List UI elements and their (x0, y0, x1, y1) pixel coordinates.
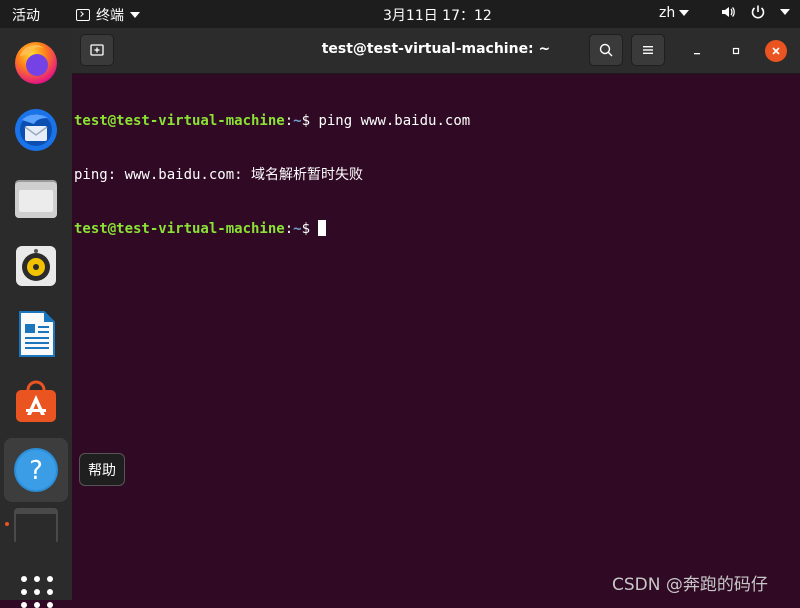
maximize-icon (732, 47, 740, 55)
dock-item-firefox[interactable] (4, 30, 68, 94)
system-menu-button[interactable] (720, 4, 790, 20)
writer-document-icon (19, 311, 55, 357)
close-icon (772, 47, 780, 55)
svg-text:?: ? (29, 456, 43, 486)
watermark: CSDN @奔跑的码仔 (612, 575, 768, 595)
prompt-symbol: $ (301, 113, 319, 129)
running-indicator (5, 522, 9, 526)
chevron-down-icon (679, 10, 690, 16)
minimize-button[interactable] (686, 40, 708, 62)
command-text: ping www.baidu.com (318, 113, 471, 129)
dock-tooltip: 帮助 (79, 453, 125, 486)
prompt-symbol: $ (301, 221, 319, 237)
prompt-user: test@test-virtual-machine (74, 221, 285, 237)
terminal-line: ping: www.baidu.com: 域名解析暂时失败 (74, 166, 794, 184)
search-icon (599, 43, 613, 57)
help-icon: ? (14, 448, 58, 492)
text-cursor (318, 220, 327, 236)
files-folder-icon (15, 180, 57, 218)
dock: ? (0, 28, 72, 608)
prompt-path: ~ (293, 113, 302, 129)
app-menu-button[interactable]: 终端 (76, 5, 140, 25)
prompt-separator: : (284, 113, 294, 129)
show-applications-button[interactable] (21, 576, 53, 608)
prompt-path: ~ (293, 221, 302, 237)
activities-button[interactable]: 活动 (12, 5, 40, 25)
prompt-user: test@test-virtual-machine (74, 113, 285, 129)
header-bar[interactable]: test@test-virtual-machine: ~ (72, 28, 800, 74)
minimize-icon (694, 53, 700, 55)
thunderbird-mail-icon (15, 109, 57, 151)
maximize-button[interactable] (725, 40, 747, 62)
input-method-label: zh (659, 5, 676, 21)
close-button[interactable] (765, 40, 787, 62)
firefox-icon (15, 42, 57, 84)
dock-item-terminal[interactable] (4, 506, 68, 542)
dock-item-libreoffice-writer[interactable] (4, 302, 68, 366)
hamburger-menu-icon (643, 46, 653, 54)
dock-item-ubuntu-software[interactable] (4, 370, 68, 434)
input-method-button[interactable]: zh (659, 5, 690, 21)
dock-item-rhythmbox[interactable] (4, 234, 68, 298)
rhythmbox-speaker-icon (16, 246, 56, 286)
power-icon (751, 5, 765, 19)
prompt-separator: : (284, 221, 294, 237)
terminal-icon (14, 508, 58, 542)
terminal-output[interactable]: test@test-virtual-machine:~$ ping www.ba… (74, 76, 794, 274)
terminal-icon (76, 9, 90, 21)
dock-item-files[interactable] (4, 166, 68, 230)
app-menu-label: 终端 (96, 8, 124, 24)
top-bar: 活动 终端 3月11日 17：12 zh (0, 0, 800, 28)
chevron-down-icon (130, 12, 140, 18)
dock-item-thunderbird[interactable] (4, 98, 68, 162)
software-store-icon (16, 380, 56, 422)
output-text: ping: www.baidu.com: 域名解析暂时失败 (74, 167, 364, 183)
search-button[interactable] (589, 34, 623, 66)
terminal-line: test@test-virtual-machine:~$ ping www.ba… (74, 112, 794, 130)
volume-icon (722, 7, 735, 17)
dock-item-help[interactable]: ? (4, 438, 68, 502)
menu-button[interactable] (631, 34, 665, 66)
terminal-window: test@test-virtual-machine: ~ test@test-v… (72, 28, 800, 600)
terminal-line: test@test-virtual-machine:~$ (74, 220, 794, 238)
clock[interactable]: 3月11日 17：12 (383, 5, 492, 25)
chevron-down-icon (780, 9, 790, 15)
